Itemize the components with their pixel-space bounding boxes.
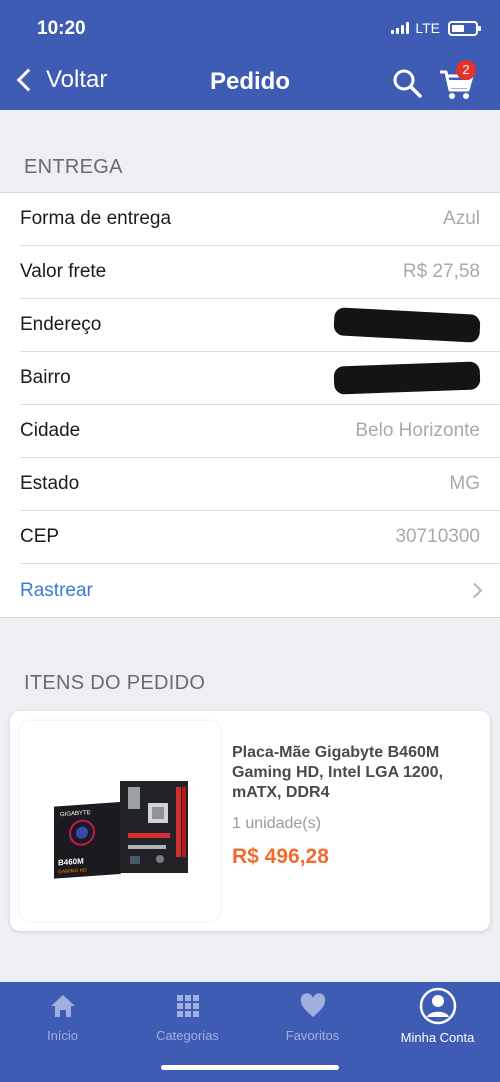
grid-icon	[176, 995, 199, 1017]
row-value: Belo Horizonte	[355, 420, 480, 441]
app-header: 10:20 LTE Voltar Pedido 2	[0, 0, 500, 110]
row-label: Bairro	[20, 367, 71, 388]
tab-categorias[interactable]: Categorias	[125, 992, 250, 1043]
chevron-right-icon	[466, 582, 483, 599]
tab-favoritos[interactable]: Favoritos	[250, 992, 375, 1043]
cart-badge: 2	[456, 60, 476, 80]
tab-label: Categorias	[156, 1028, 219, 1043]
delivery-list: Forma de entrega Azul Valor frete R$ 27,…	[0, 192, 500, 618]
heart-icon	[300, 993, 325, 1017]
battery-icon	[448, 20, 481, 36]
row-label: Cidade	[20, 420, 81, 441]
items-section-title: ITENS DO PEDIDO	[24, 672, 206, 694]
delivery-row-state: Estado MG	[20, 458, 500, 511]
product-name: Placa-Mãe Gigabyte B460M Gaming HD, Inte…	[232, 744, 444, 801]
row-label: Endereço	[20, 314, 102, 335]
network-label: LTE	[415, 20, 440, 36]
row-label: CEP	[20, 526, 60, 547]
tab-label: Favoritos	[285, 1028, 340, 1043]
delivery-row-zipcode: CEP 30710300	[20, 511, 500, 564]
row-value: 30710300	[395, 526, 480, 547]
track-label: Rastrear	[20, 579, 93, 601]
page-title: Pedido	[209, 68, 290, 95]
delivery-row-shipping: Valor frete R$ 27,58	[20, 246, 500, 299]
user-icon	[419, 987, 456, 1025]
redaction-mark	[333, 307, 481, 343]
delivery-row-address: Endereço	[20, 299, 500, 352]
tab-label: Início	[46, 1028, 79, 1043]
redaction-mark	[333, 361, 481, 395]
box-model-text: B460M	[58, 857, 84, 868]
tab-minha-conta[interactable]: Minha Conta	[375, 987, 500, 1045]
status-indicators: LTE	[391, 20, 481, 36]
status-time: 10:20	[37, 18, 86, 39]
row-label: Estado	[20, 473, 80, 494]
track-order-link[interactable]: Rastrear	[20, 564, 500, 617]
order-item-card[interactable]: GIGABYTE B460M GAMING HD Placa-Mãe Gigab…	[10, 711, 490, 931]
product-image: GIGABYTE B460M GAMING HD	[20, 721, 220, 921]
delivery-row-city: Cidade Belo Horizonte	[20, 405, 500, 458]
home-indicator	[161, 1065, 339, 1070]
row-value: Azul	[443, 208, 480, 229]
motherboard-image: GIGABYTE B460M GAMING HD	[54, 781, 188, 879]
row-value: MG	[449, 473, 480, 494]
delivery-row-neighborhood: Bairro	[20, 352, 500, 405]
signal-icon	[391, 22, 410, 34]
product-price: R$ 496,28	[232, 845, 329, 868]
home-icon	[50, 995, 75, 1017]
row-value: R$ 27,58	[402, 261, 480, 282]
tab-inicio[interactable]: Início	[0, 992, 125, 1043]
delivery-section-title: ENTREGA	[24, 156, 123, 178]
tab-label: Minha Conta	[400, 1030, 475, 1045]
row-label: Valor frete	[20, 261, 107, 282]
search-icon[interactable]	[392, 68, 422, 98]
row-label: Forma de entrega	[20, 208, 172, 229]
product-quantity: 1 unidade(s)	[232, 815, 321, 832]
delivery-row-method: Forma de entrega Azul	[20, 193, 500, 246]
